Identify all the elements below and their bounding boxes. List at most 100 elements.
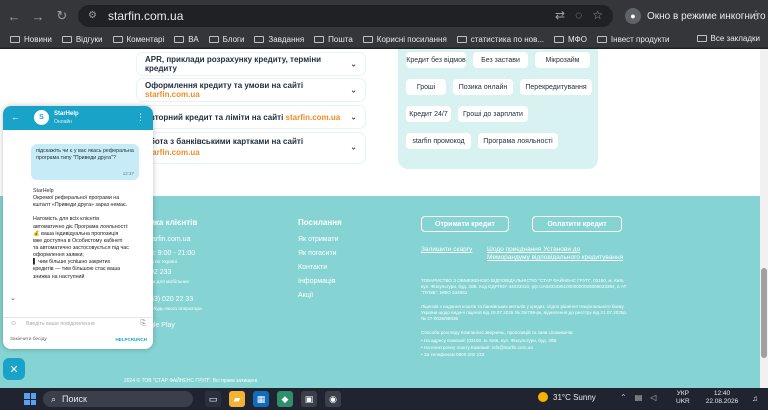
chrome-icon[interactable]: ◉ (325, 391, 341, 407)
scrollbar-thumb[interactable] (761, 268, 767, 358)
footer-link[interactable]: Як отримати (298, 236, 338, 243)
tag-link[interactable]: Кредит без відмов (406, 52, 466, 68)
teams-icon[interactable]: ▣ (301, 391, 317, 407)
faq-item[interactable]: обота з банківськими картками на сайті st… (137, 133, 365, 163)
volume-icon[interactable]: ◁ (650, 393, 656, 402)
tag-link[interactable]: Кредит 24/7 (406, 106, 451, 122)
get-credit-button[interactable]: Отримати кредит (421, 216, 509, 232)
support-mobile-phone[interactable]: 63) 020 22 33 (150, 296, 193, 303)
faq-item[interactable]: APR, приклади розрахунку кредиту, термін… (137, 53, 365, 75)
memorandum-link[interactable]: Шодо приєднання Установи до (487, 246, 580, 253)
bookmark-folder[interactable]: МФО (554, 35, 587, 44)
folder-icon (112, 36, 123, 43)
eye-off-icon[interactable]: ◌ (575, 8, 582, 22)
agent-avatar: S (34, 110, 49, 125)
bookmark-folder[interactable]: Новини (10, 35, 52, 44)
back-icon[interactable]: ← (4, 6, 24, 26)
bookmark-folder[interactable]: ВА (174, 35, 199, 44)
forward-icon[interactable]: → (28, 6, 48, 26)
helpcrunch-logo: HELPCRUNCH (115, 337, 148, 342)
footer-link[interactable]: Акції (298, 292, 313, 299)
folder-icon (596, 36, 607, 43)
support-hours: н: 9:00 - 21:00 (150, 250, 196, 257)
license-info: Ліцензія з надання коштів та банківських… (421, 304, 628, 322)
memorandum-link[interactable]: Меморандуму відповідального кредитування (487, 254, 623, 261)
tag-link[interactable]: Мікрозайм (535, 52, 590, 68)
pay-credit-button[interactable]: Оплатити кредит (532, 216, 622, 232)
chevron-up-icon[interactable]: ⌃ (620, 393, 627, 402)
tag-link[interactable]: Гроші до зарплати (458, 106, 528, 122)
language-indicator[interactable]: УКР UKR (676, 390, 690, 407)
faq-item[interactable]: Оформлення кредиту та умови на сайті sta… (137, 79, 365, 101)
close-icon: ✕ (9, 363, 19, 376)
file-explorer-icon[interactable]: ▰ (229, 391, 245, 407)
support-phone[interactable]: 02 233 (150, 269, 171, 276)
back-arrow-icon[interactable]: ← (11, 112, 20, 122)
bookmark-folder[interactable]: Корисні посилання (362, 35, 447, 44)
message-time: 12:37 (122, 171, 134, 177)
browser-toolbar: ← → ↻ ⚙ starfin.com.ua ⇄ ◌ ☆ ● Окно в ре… (0, 0, 768, 32)
faq-item[interactable]: овторний кредит та ліміти на сайті starf… (137, 106, 365, 128)
agent-message: Окремої реферальної програми на кшталт «… (33, 195, 129, 280)
more-options-icon[interactable]: ⋮ (136, 112, 145, 123)
folder-icon (696, 35, 707, 42)
footer-link[interactable]: Як погасити (298, 250, 337, 257)
footer-link[interactable]: Контакти (298, 264, 327, 271)
google-play-link[interactable]: gle Play (150, 322, 175, 329)
microsoft-store-icon[interactable]: ▦ (253, 391, 269, 407)
incognito-label: Окно в режиме инкогнито (647, 10, 766, 22)
incognito-icon: ● (625, 8, 641, 24)
address-bar[interactable]: ⚙ starfin.com.ua ⇄ ◌ ☆ (78, 5, 613, 27)
folder-icon (208, 36, 219, 43)
chat-close-button[interactable]: ✕ (3, 358, 25, 380)
footer-link[interactable]: Інформація (298, 278, 335, 285)
support-note: на для мобільних (150, 280, 189, 285)
links-title: Посилання (298, 218, 342, 227)
bookmark-folder[interactable]: Блоги (208, 35, 244, 44)
end-chat-link[interactable]: Закінчити бесіду (10, 337, 47, 342)
taskbar-search[interactable]: ⌕ Поиск (43, 391, 193, 407)
tag-link[interactable]: Гроші (406, 79, 446, 95)
scroll-down-icon[interactable]: ⌄ (10, 294, 16, 302)
support-note: з будь-якого оператора (150, 307, 202, 312)
site-info-icon[interactable]: ⚙ (88, 10, 100, 22)
attach-icon[interactable]: ⎘ (140, 320, 146, 328)
bookmark-folder[interactable]: Інвест продукти (596, 35, 670, 44)
system-clock[interactable]: 12:40 22.08.2026 (700, 390, 744, 407)
emoji-icon[interactable]: ☺ (10, 320, 17, 327)
incognito-indicator[interactable]: ● Окно в режиме инкогнито (625, 6, 766, 26)
tag-link[interactable]: starfin промокод (406, 133, 471, 149)
reload-icon[interactable]: ↻ (52, 6, 72, 26)
network-icon[interactable]: ▤ (635, 393, 643, 402)
tag-link[interactable]: Позика онлайн (453, 79, 513, 95)
task-view-icon[interactable]: ▭ (205, 391, 221, 407)
bookmark-folder[interactable]: Пошта (314, 35, 353, 44)
chat-footer: Закінчити бесіду HELPCRUNCH (3, 331, 153, 349)
support-email[interactable]: tarfin.com.ua (150, 236, 190, 243)
browser-menu-icon[interactable]: ⋮ (750, 8, 762, 22)
bookmark-star-icon[interactable]: ☆ (592, 8, 603, 22)
folder-icon (456, 36, 467, 43)
bookmark-folder[interactable]: Відгуки (61, 35, 103, 44)
message-input[interactable]: ☺ Введіть ваше повідомлення ⎘ (3, 317, 153, 331)
complaint-way: • На адресу Компанії (03150, м. Київ, ву… (421, 338, 557, 343)
agent-status: Онлайн (54, 119, 72, 125)
tag-link[interactable]: Без застави (473, 52, 528, 68)
bookmark-folder[interactable]: Завдання (254, 35, 304, 44)
tag-link[interactable]: Програма лояльності (478, 133, 558, 149)
copilot-icon[interactable]: ◆ (277, 391, 293, 407)
complaints-title: Способи розгляду Компанією звернень, про… (421, 330, 574, 335)
tag-link[interactable]: Перекредитування (520, 79, 592, 95)
windows-start-icon[interactable] (24, 393, 36, 405)
copyright: 2024 © ТОВ "СТАР ФАЙНЕНС ГРУП". Всі прав… (124, 378, 258, 384)
complaint-way: • На електронну пошту Компанії: info@sta… (421, 345, 533, 350)
weather-widget[interactable]: 31°C Sunny (538, 392, 596, 402)
chat-messages[interactable]: підскажіть чи є у вас якась реферальна п… (3, 130, 153, 317)
complaint-link[interactable]: Залишити скаргу (421, 246, 472, 253)
chevron-down-icon: ⌄ (350, 85, 357, 95)
notification-icon[interactable]: ♫ (752, 394, 758, 403)
bookmark-folder[interactable]: статистика по нов... (456, 35, 544, 44)
translate-icon[interactable]: ⇄ (555, 8, 565, 22)
bookmark-folder[interactable]: Коментарі (112, 35, 164, 44)
all-bookmarks[interactable]: Все закладки (696, 34, 760, 43)
